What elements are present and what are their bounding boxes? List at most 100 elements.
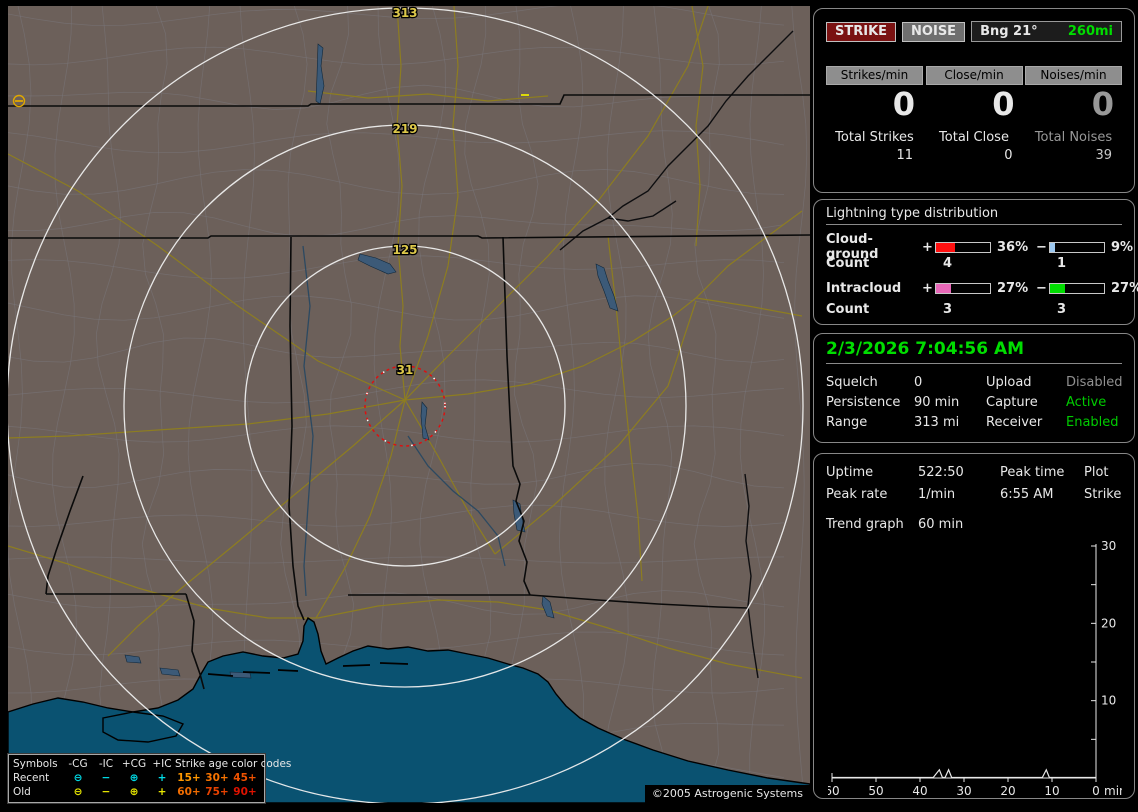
peak-time-label: Peak time: [1000, 465, 1065, 480]
svg-text:10: 10: [1101, 694, 1116, 708]
map-canvas[interactable]: 313 219 125 31: [8, 6, 810, 803]
recent-pos-ic-icon: +: [157, 772, 167, 784]
age-45: 45+: [233, 772, 257, 784]
persistence-label: Persistence: [826, 395, 901, 410]
minus-sign: −: [1036, 239, 1047, 255]
recent-neg-cg-icon: ⊖: [73, 772, 83, 784]
plus-sign: +: [922, 239, 933, 255]
count-label: Count: [826, 302, 870, 317]
trend-graph-window: 60 min: [918, 517, 964, 532]
age-15: 15+: [177, 772, 201, 784]
noise-toggle-button[interactable]: NOISE: [902, 21, 966, 42]
ring-label-219: 219: [392, 122, 417, 136]
cloud-ground-count-row: Count 4 1: [826, 253, 1122, 274]
legend-recent-label: Recent: [13, 772, 50, 784]
svg-text:0: 0: [1092, 784, 1100, 798]
svg-text:40: 40: [912, 784, 927, 798]
noises-per-min-chip: Noises/min: [1025, 66, 1122, 85]
peak-rate-label: Peak rate: [826, 487, 888, 502]
close-per-min-chip: Close/min: [925, 66, 1023, 85]
svg-text:min: min: [1104, 784, 1122, 798]
lightning-map[interactable]: 313 219 125 31 Symbols -CG -IC +CG +IC S…: [7, 6, 810, 804]
ring-label-31: 31: [397, 363, 414, 377]
intracloud-row: Intracloud + 27% − 27%: [826, 278, 1138, 299]
cloud-ground-row: Cloud-ground + 36% − 9%: [826, 232, 1133, 262]
legend-neg-cg-header: -CG: [68, 758, 88, 770]
old-neg-ic-icon: −: [101, 786, 111, 798]
age-90: 90+: [233, 786, 257, 798]
peak-rate-value: 1/min: [918, 487, 956, 502]
strikes-per-min-chip: Strikes/min: [826, 66, 923, 85]
svg-text:20: 20: [1000, 784, 1015, 798]
status-panel: 2/3/2026 7:04:56 AM Squelch 0 Upload Dis…: [813, 333, 1135, 443]
ic-negative-fill: [1050, 284, 1065, 293]
ic-negative-count: 3: [1057, 302, 1067, 317]
distribution-title: Lightning type distribution: [826, 206, 1122, 225]
total-strikes-label: Total Strikes: [835, 130, 914, 146]
cursor-range-value: 260mi: [1067, 24, 1113, 39]
total-close-value: 0: [1004, 148, 1013, 164]
noises-per-min-column: Noises/min 0 Total Noises 39: [1025, 66, 1122, 163]
strikes-per-min-value: 0: [892, 85, 915, 123]
svg-text:20: 20: [1101, 616, 1116, 630]
map-legend: Symbols -CG -IC +CG +IC Strike age color…: [7, 753, 292, 804]
old-neg-cg-icon: ⊖: [73, 786, 83, 798]
ic-positive-count: 3: [943, 302, 953, 317]
svg-text:30: 30: [956, 784, 971, 798]
intracloud-label: Intracloud: [826, 281, 902, 296]
total-strikes-value: 11: [896, 148, 913, 164]
uptime-value: 522:50: [918, 465, 964, 480]
age-75: 75+: [205, 786, 229, 798]
counters-panel: STRIKE NOISE Bng 21° 260mi Strikes/min 0…: [813, 8, 1135, 193]
cg-negative-pct: 9%: [1111, 239, 1134, 255]
ic-positive-fill: [936, 284, 951, 293]
cg-positive-fill: [936, 242, 956, 252]
minus-sign: −: [1036, 281, 1047, 296]
cg-positive-bar: [935, 241, 991, 253]
cg-positive-pct: 36%: [997, 239, 1029, 255]
persistence-value: 90 min: [914, 395, 960, 410]
copyright-notice: ©2005 Astrogenic Systems: [644, 785, 810, 803]
upload-label: Upload: [986, 375, 1032, 390]
recent-neg-ic-icon: −: [101, 772, 111, 784]
svg-text:10: 10: [1044, 784, 1059, 798]
svg-text:60: 60: [828, 784, 840, 798]
range-value: 313 mi: [914, 415, 960, 430]
plot-mode-value: Strike: [1084, 487, 1122, 502]
close-per-min-column: Close/min 0 Total Close 0: [925, 66, 1023, 164]
bearing-range-indicator: Bng 21° 260mi: [971, 21, 1122, 42]
ring-label-313: 313: [392, 6, 417, 20]
trend-graph: 10 20 30 60 50 40 30 20 10 0 min: [828, 539, 1122, 798]
strikes-per-min-column: Strikes/min 0 Total Strikes 11: [826, 66, 923, 163]
old-pos-cg-icon: ⊕: [129, 786, 139, 798]
uptime-trend-panel: Uptime 522:50 Peak time Plot Peak rate 1…: [813, 453, 1135, 799]
intracloud-count-row: Count 3 3: [826, 299, 1122, 320]
strike-rate-series: [832, 768, 1096, 779]
receiver-label: Receiver: [986, 415, 1043, 430]
age-60: 60+: [177, 786, 201, 798]
legend-neg-ic-header: -IC: [98, 758, 114, 770]
svg-text:30: 30: [1101, 539, 1116, 553]
capture-status: Active: [1066, 395, 1107, 410]
cg-negative-bar: [1049, 241, 1105, 253]
total-close-label: Total Close: [939, 130, 1009, 146]
nexstorm-window: 313 219 125 31 Symbols -CG -IC +CG +IC S…: [0, 0, 1138, 812]
capture-label: Capture: [986, 395, 1038, 410]
count-label: Count: [826, 256, 870, 271]
noises-per-min-value: 0: [1091, 85, 1114, 123]
ring-label-125: 125: [392, 243, 417, 257]
receiver-status: Enabled: [1066, 415, 1119, 430]
legend-pos-ic-header: +IC: [152, 758, 172, 770]
old-pos-ic-icon: +: [157, 786, 167, 798]
svg-text:50: 50: [868, 784, 883, 798]
age-30: 30+: [205, 772, 229, 784]
ic-negative-pct: 27%: [1111, 281, 1138, 296]
recent-pos-cg-icon: ⊕: [129, 772, 139, 784]
legend-age-title: Strike age color codes: [175, 758, 292, 770]
ic-positive-bar: [935, 283, 991, 294]
range-label: Range: [826, 415, 868, 430]
total-noises-value: 39: [1095, 148, 1112, 164]
peak-time-value: 6:55 AM: [1000, 487, 1054, 502]
strike-toggle-button[interactable]: STRIKE: [826, 21, 897, 42]
uptime-label: Uptime: [826, 465, 874, 480]
